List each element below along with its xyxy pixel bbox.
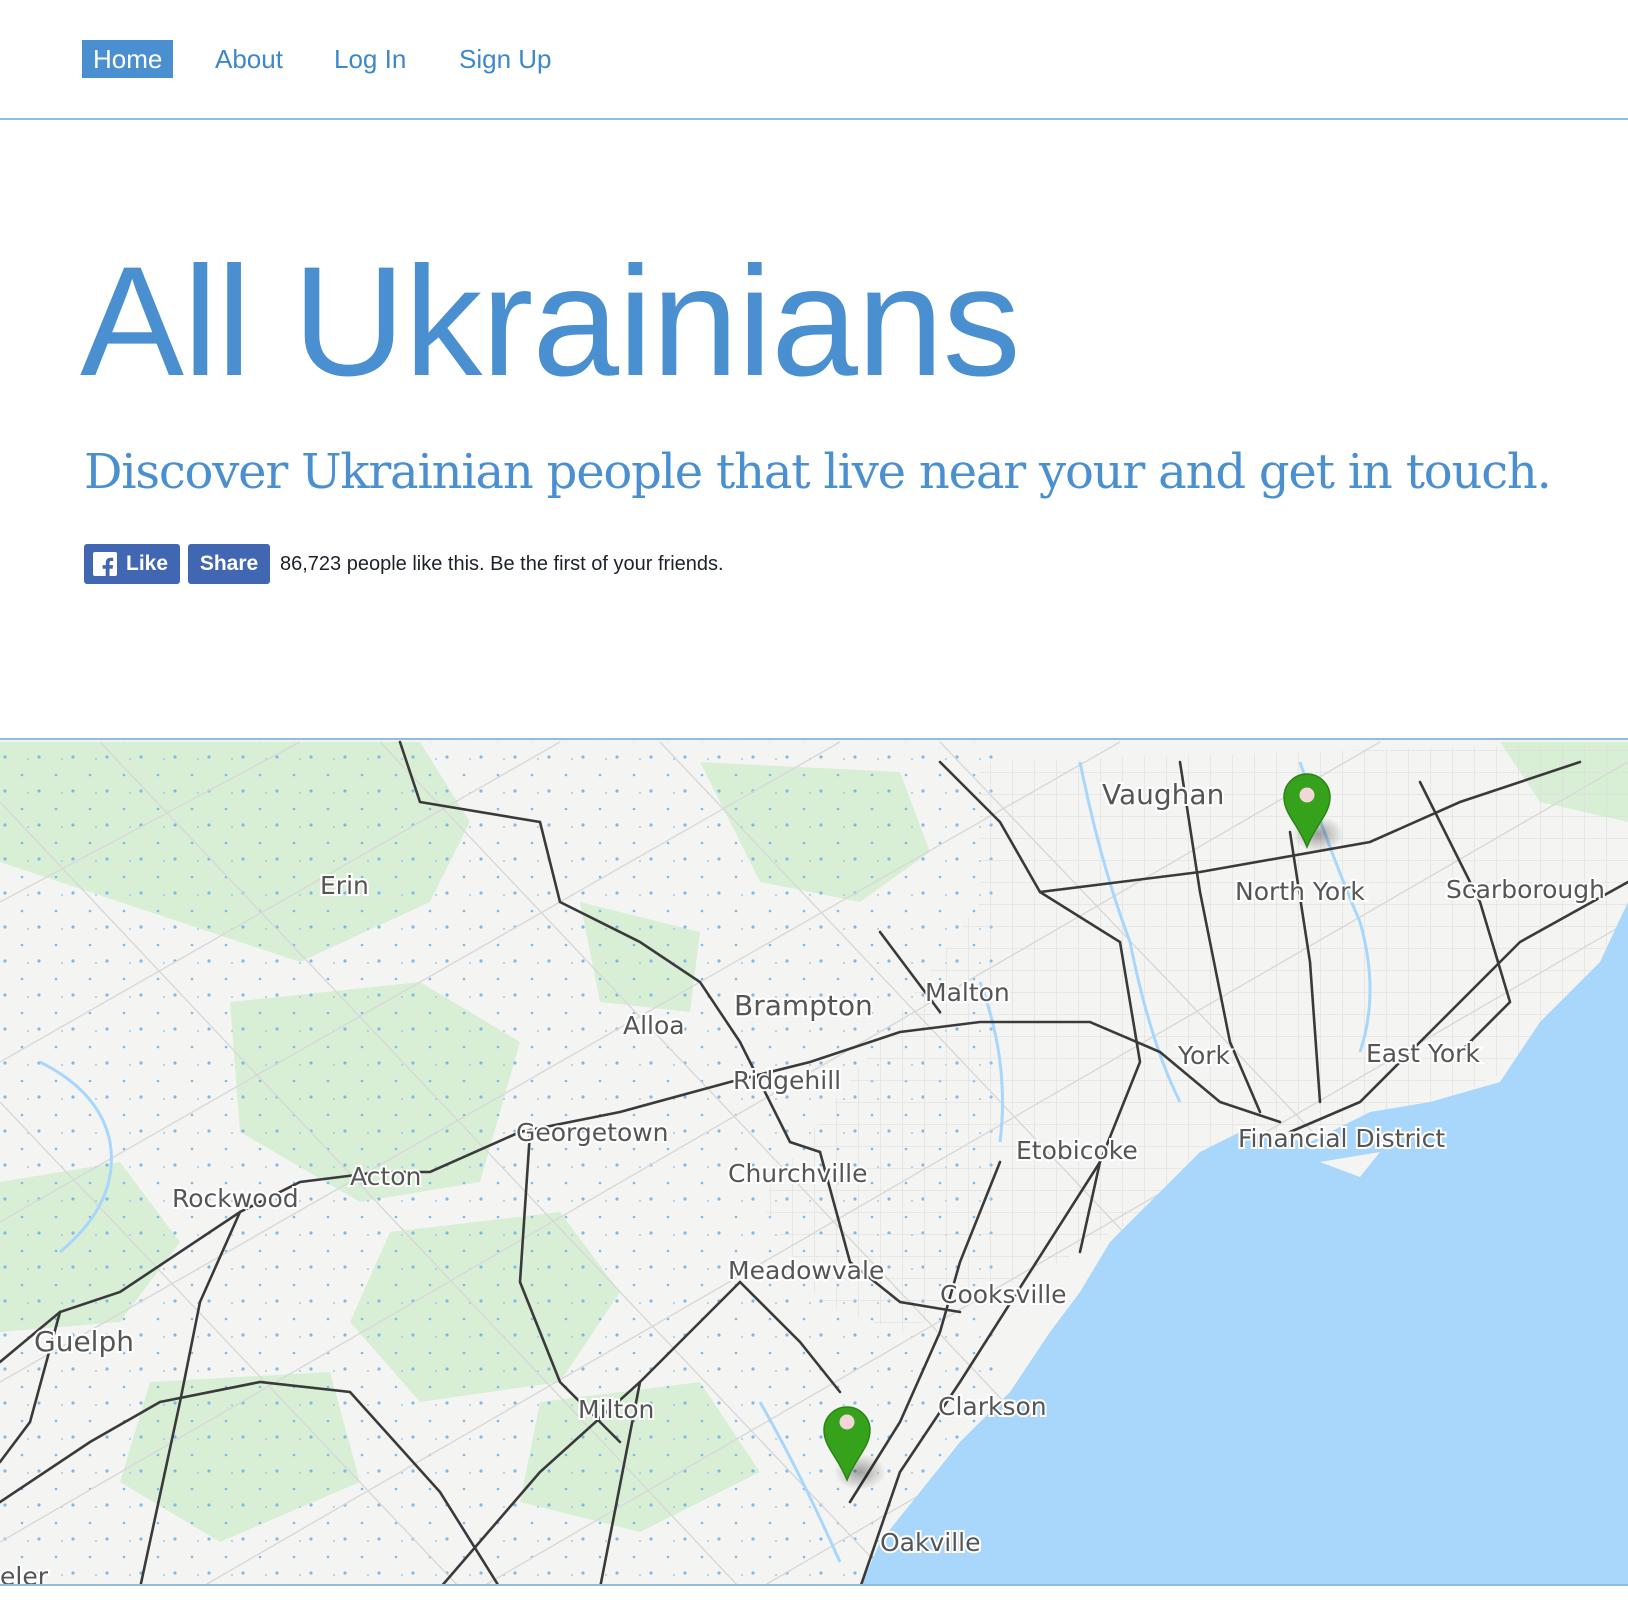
label-eler: eler <box>0 1562 49 1586</box>
label-brampton: Brampton <box>734 989 873 1022</box>
label-churchville: Churchville <box>728 1159 867 1188</box>
label-erin: Erin <box>320 871 369 900</box>
page-subtitle: Discover Ukrainian people that live near… <box>84 444 1552 500</box>
label-milton: Milton <box>578 1395 654 1424</box>
label-east-york: East York <box>1366 1039 1480 1068</box>
label-oakville: Oakville <box>880 1528 981 1557</box>
label-acton: Acton <box>350 1162 421 1191</box>
page-title: All Ukrainians <box>80 235 1021 409</box>
label-meadowvale: Meadowvale <box>728 1256 884 1285</box>
label-scarborough: Scarborough <box>1446 875 1605 904</box>
label-north-york: North York <box>1235 877 1365 906</box>
label-vaughan: Vaughan <box>1102 778 1224 811</box>
nav-signup-link[interactable]: Sign Up <box>459 40 552 78</box>
label-rockwood: Rockwood <box>172 1184 299 1213</box>
facebook-icon <box>93 552 117 578</box>
facebook-like-label: Like <box>126 552 169 575</box>
map-view[interactable]: Vaughan North York Scarborough Erin Bram… <box>0 738 1628 1586</box>
label-etobicoke: Etobicoke <box>1016 1136 1138 1165</box>
label-georgetown: Georgetown <box>516 1118 669 1147</box>
facebook-social-text: 86,723 people like this. Be the first of… <box>280 553 724 575</box>
map-canvas[interactable]: Vaughan North York Scarborough Erin Bram… <box>0 740 1628 1586</box>
label-york: York <box>1177 1041 1231 1070</box>
label-ridgehill: Ridgehill <box>733 1066 841 1095</box>
facebook-share-button[interactable]: Share <box>188 544 270 584</box>
nav-about-link[interactable]: About <box>215 40 283 78</box>
top-navbar: Home About Log In Sign Up <box>0 0 1628 120</box>
facebook-like-button[interactable]: Like <box>84 544 180 584</box>
label-guelph: Guelph <box>34 1325 134 1358</box>
nav-login-link[interactable]: Log In <box>334 40 406 78</box>
label-cooksville: Cooksville <box>940 1280 1067 1309</box>
label-alloa: Alloa <box>623 1011 685 1040</box>
label-malton: Malton <box>925 978 1010 1007</box>
label-financial-district: Financial District <box>1238 1124 1445 1153</box>
label-clarkson: Clarkson <box>938 1392 1047 1421</box>
nav-home-link[interactable]: Home <box>82 40 174 78</box>
